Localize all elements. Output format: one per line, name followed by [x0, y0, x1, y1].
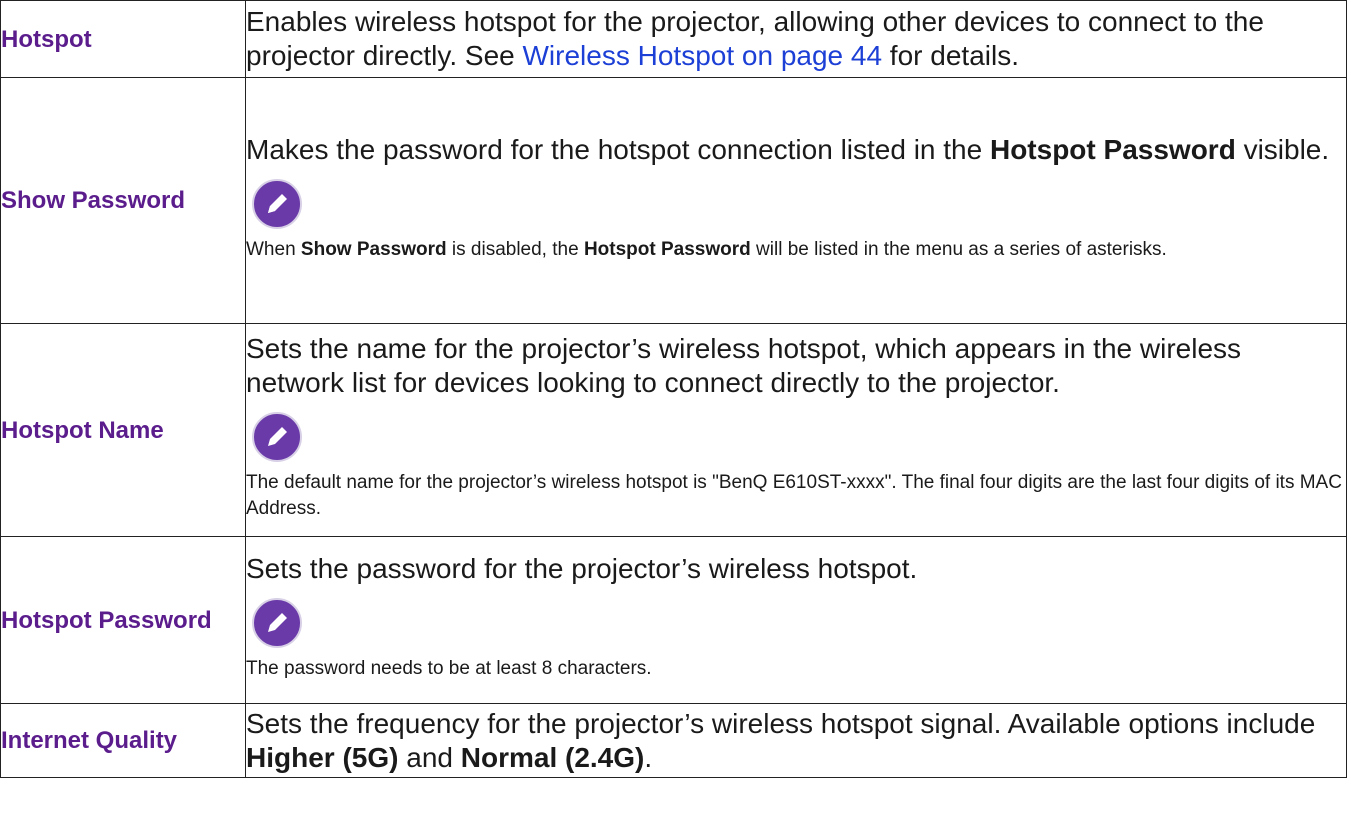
- note-bold: Hotspot Password: [583, 238, 751, 260]
- row-label: Hotspot: [0, 0, 246, 78]
- note-part: is disabled, the: [446, 238, 584, 260]
- desc-text-part: .: [644, 741, 653, 773]
- pencil-note-icon: [252, 412, 302, 462]
- desc-text: Makes the password for the hotspot conne…: [246, 133, 1346, 167]
- row-description: Sets the name for the projector’s wirele…: [245, 323, 1347, 537]
- table-row: Show Password Makes the password for the…: [0, 77, 1347, 324]
- pencil-note-icon: [252, 178, 302, 229]
- desc-bold: Higher (5G): [246, 741, 399, 773]
- row-description: Makes the password for the hotspot conne…: [245, 77, 1347, 324]
- page-link[interactable]: Wireless Hotspot on page 44: [523, 40, 883, 71]
- row-label: Hotspot Password: [0, 536, 246, 704]
- note-part: When: [246, 238, 301, 260]
- desc-text: Sets the name for the projector’s wirele…: [246, 333, 1242, 398]
- table-row: Internet Quality Sets the frequency for …: [0, 703, 1347, 778]
- table-row: Hotspot Enables wireless hotspot for the…: [0, 0, 1347, 78]
- desc-bold: Normal (2.4G): [460, 741, 645, 773]
- desc-text: for details.: [882, 40, 1019, 71]
- row-label: Show Password: [0, 77, 246, 324]
- table-row: Hotspot Password Sets the password for t…: [0, 536, 1347, 704]
- desc-text-part: visible.: [1235, 133, 1330, 165]
- row-label: Hotspot Name: [0, 323, 246, 537]
- pencil-note-icon: [252, 598, 302, 648]
- row-label: Internet Quality: [0, 703, 246, 778]
- hotspot-settings-table: Hotspot Enables wireless hotspot for the…: [0, 0, 1347, 778]
- row-description: Sets the password for the projector’s wi…: [245, 536, 1347, 704]
- note-text: The password needs to be at least 8 char…: [246, 658, 652, 679]
- desc-text-part: Makes the password for the hotspot conne…: [246, 133, 990, 165]
- desc-text-part: Sets the frequency for the projector’s w…: [246, 707, 1316, 739]
- note-part: will be listed in the menu as a series o…: [750, 238, 1167, 260]
- row-description: Sets the frequency for the projector’s w…: [245, 703, 1347, 778]
- note-bold: Show Password: [300, 238, 447, 260]
- desc-text: Sets the password for the projector’s wi…: [246, 553, 918, 584]
- row-description: Enables wireless hotspot for the project…: [245, 0, 1347, 78]
- note-text: When Show Password is disabled, the Hots…: [246, 237, 1346, 263]
- note-text: The default name for the projector’s wir…: [246, 472, 1342, 519]
- desc-bold: Hotspot Password: [989, 133, 1236, 165]
- desc-text-part: and: [398, 741, 461, 773]
- table-row: Hotspot Name Sets the name for the proje…: [0, 323, 1347, 537]
